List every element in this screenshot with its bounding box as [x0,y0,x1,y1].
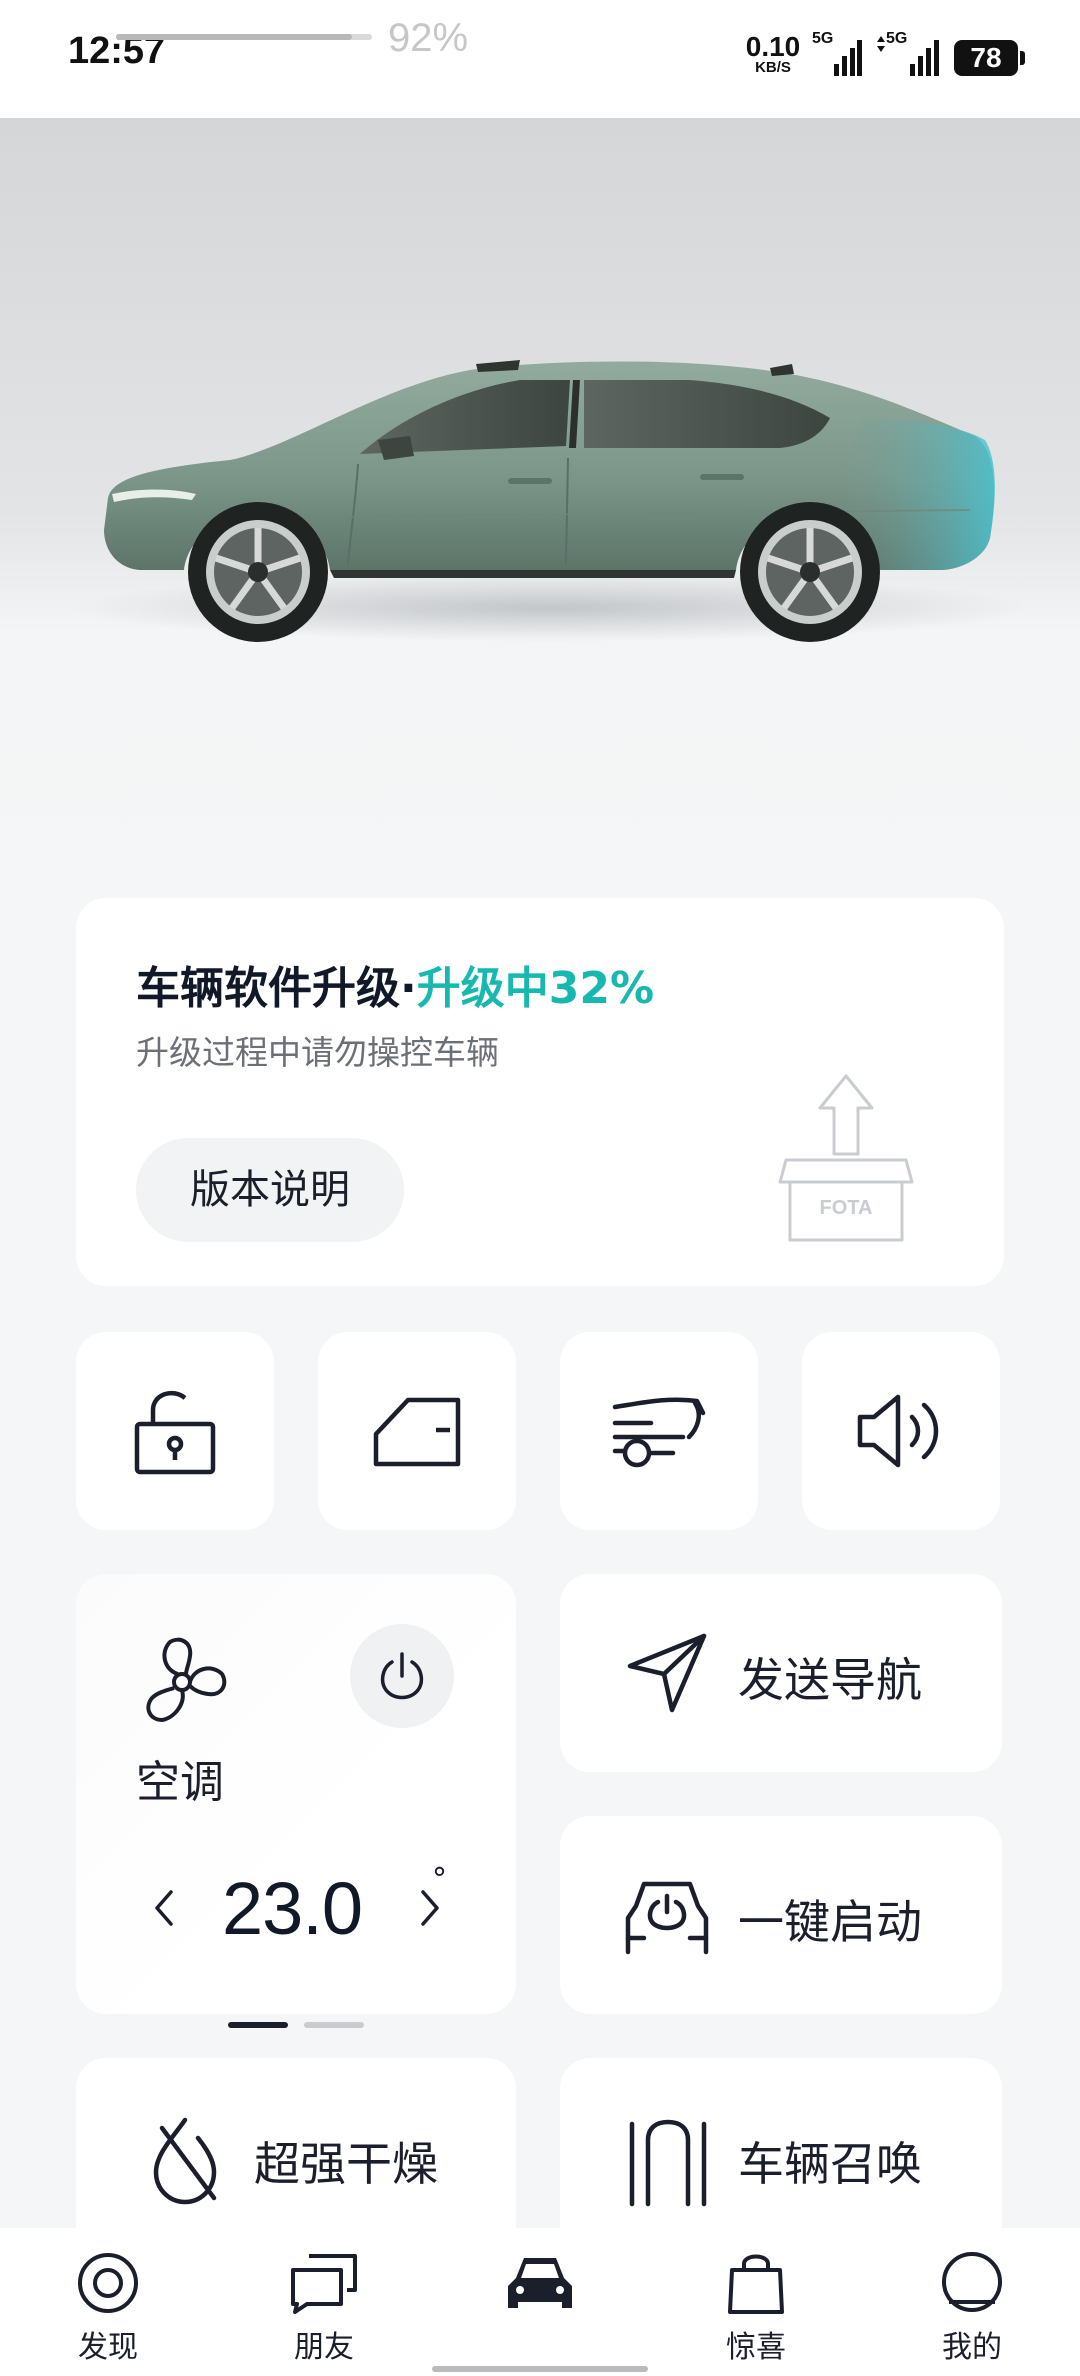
network-speed: 0.10 KB/S [742,31,804,76]
chevron-left-icon [155,1890,173,1926]
release-notes-button[interactable]: 版本说明 [136,1138,404,1242]
battery-indicator: 78 [954,40,1025,76]
nav-profile-label: 我的 [942,2330,1002,2365]
car-icon [508,2258,572,2308]
dry-droplet-icon [153,2117,217,2205]
network-speed-unit: KB/S [755,59,791,76]
car-power-icon [625,1881,709,1955]
update-title: 车辆软件升级·升级中32% [136,952,654,1016]
climate-card[interactable]: 空调 23.0 ° [76,1574,516,2014]
nav-discover[interactable]: 发现 [28,2250,188,2370]
front-wheel [188,502,328,642]
profile-icon [942,2252,1002,2312]
nav-surprise-label: 惊喜 [726,2330,786,2365]
one-key-start-button[interactable]: 一键启动 [560,1816,1002,2014]
summon-car-icon [629,2119,707,2207]
car-image [70,360,1030,642]
nav-profile[interactable]: 我的 [892,2250,1052,2370]
software-update-card[interactable]: 车辆软件升级·升级中32% 升级过程中请勿操控车辆 版本说明 FOTA [76,898,1004,1286]
sim2-signal-icon: 5G [874,30,944,80]
update-title-separator: · [400,963,417,1014]
speaker-icon [857,1394,939,1468]
send-navigation-label: 发送导航 [738,1653,922,1707]
super-dry-button[interactable]: 超强干燥 [76,2058,516,2256]
nav-friends[interactable]: 朋友 [244,2250,404,2370]
send-navigation-button[interactable]: 发送导航 [560,1574,1002,1772]
fota-upload-icon: FOTA [778,1074,914,1242]
climate-label: 空调 [136,1757,224,1808]
temperature-decrease-button[interactable] [144,1878,184,1938]
fan-icon [146,1637,227,1722]
shopping-bag-icon [728,2254,784,2314]
app-root: 12:57 92% 0.10 KB/S 5G 5G 78 车辆软件升级·升级中3… [0,0,1080,2376]
download-progress-text: 92% [388,16,469,60]
download-progress-bar [116,34,372,40]
navigation-arrow-icon [627,1633,707,1713]
super-dry-label: 超强干燥 [254,2137,438,2191]
vehicle-summon-label: 车辆召唤 [738,2137,922,2191]
lock-button[interactable] [76,1332,274,1530]
update-title-text: 车辆软件升级 [136,963,400,1014]
power-icon [380,1652,424,1700]
nav-surprise[interactable]: 惊喜 [676,2250,836,2370]
chevron-right-icon [421,1890,439,1926]
vehicle-hero [0,118,1080,908]
discover-icon [78,2253,138,2313]
fota-label: FOTA [820,1197,873,1219]
nav-discover-label: 发现 [78,2330,138,2365]
sim1-signal-icon: 5G [812,30,862,80]
one-key-start-label: 一键启动 [738,1895,922,1949]
bottom-navigation: 发现 朋友 惊喜 我的 [0,2228,1080,2376]
home-indicator[interactable] [432,2366,648,2372]
chat-icon [291,2254,357,2314]
unlock-padlock-icon [134,1390,216,1475]
climate-power-button[interactable] [350,1624,454,1728]
trunk-open-icon [612,1397,706,1468]
nav-vehicle[interactable] [460,2250,620,2370]
car-door-icon [373,1397,461,1467]
nav-friends-label: 朋友 [294,2330,354,2365]
status-bar: 12:57 92% 0.10 KB/S 5G 5G 78 [0,0,1080,118]
trunk-button[interactable] [560,1332,758,1530]
climate-pager [228,2022,364,2030]
pager-dot[interactable] [304,2022,364,2028]
temperature-increase-button[interactable] [410,1878,450,1938]
temperature-control: 23.0 ° [76,1856,516,1956]
pager-dot-active[interactable] [228,2022,288,2028]
network-speed-value: 0.10 [745,31,801,62]
temperature-value: 23.0 [222,1867,363,1950]
update-subtitle: 升级过程中请勿操控车辆 [136,1033,499,1072]
door-button[interactable] [318,1332,516,1530]
vehicle-summon-button[interactable]: 车辆召唤 [560,2058,1002,2256]
update-status: 升级中32% [416,963,655,1014]
download-progress-fill [116,34,352,40]
horn-button[interactable] [802,1332,1000,1530]
rear-wheel [740,502,880,642]
